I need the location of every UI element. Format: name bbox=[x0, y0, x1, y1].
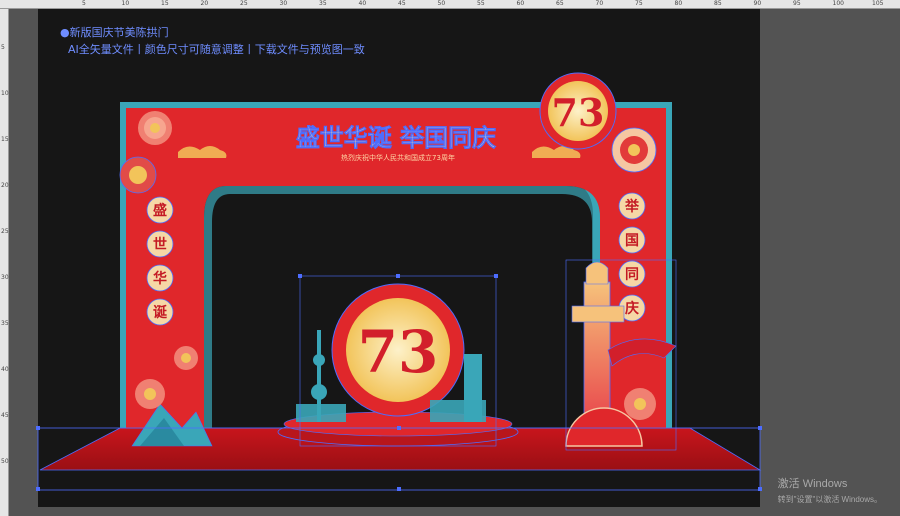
arch-subline: 热烈庆祝中华人民共和国成立73周年 bbox=[341, 153, 455, 162]
center-badge-number: 73 bbox=[358, 318, 439, 386]
peony-flower-bottom-right bbox=[624, 388, 656, 420]
left-column-char: 华 bbox=[153, 270, 167, 287]
left-column-char: 诞 bbox=[153, 305, 168, 321]
left-column-char: 盛 bbox=[153, 202, 167, 219]
arch-headline: 盛世华诞 举国同庆 bbox=[296, 124, 496, 152]
right-column-char: 庆 bbox=[625, 300, 639, 317]
flower-medallion-right bbox=[611, 127, 657, 173]
lion-ornament-left bbox=[119, 156, 157, 194]
right-column-char: 举 bbox=[624, 198, 640, 215]
pavilion-right bbox=[430, 400, 486, 422]
right-column-char: 国 bbox=[625, 233, 639, 249]
watermark-subtitle: 转到"设置"以激活 Windows。 bbox=[777, 495, 882, 504]
right-column-char: 同 bbox=[625, 267, 639, 283]
center-73-medallion: 73 bbox=[331, 283, 465, 417]
pavilion-left bbox=[296, 404, 346, 422]
top-badge-number: 73 bbox=[552, 90, 605, 135]
windows-activation-watermark: 激活 Windows 转到"设置"以激活 Windows。 bbox=[778, 475, 882, 505]
top-73-badge: 73 bbox=[539, 72, 617, 150]
arch-artwork[interactable]: 盛世华诞 举国同庆 热烈庆祝中华人民共和国成立73周年 73 盛世华诞 举国同庆… bbox=[0, 0, 900, 516]
watermark-title: 激活 Windows bbox=[777, 478, 848, 490]
peony-flower-top-left bbox=[138, 111, 172, 145]
left-column-char: 世 bbox=[153, 236, 167, 253]
peony-flower-mid-left bbox=[174, 346, 198, 370]
peony-flower-bottom-left bbox=[135, 379, 165, 409]
